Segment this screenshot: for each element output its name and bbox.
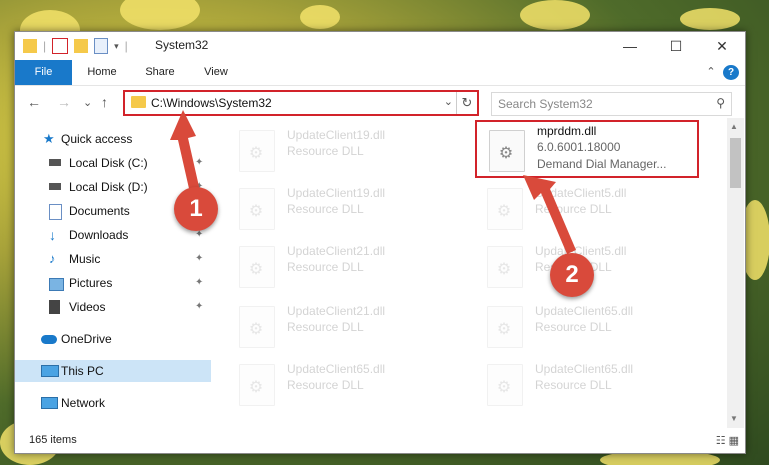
callout-badge-2: 2 — [550, 253, 594, 297]
annotation-arrows — [170, 110, 576, 254]
callout-badge-1: 1 — [174, 187, 218, 231]
arrow-2 — [523, 175, 576, 254]
arrow-1 — [170, 110, 200, 193]
